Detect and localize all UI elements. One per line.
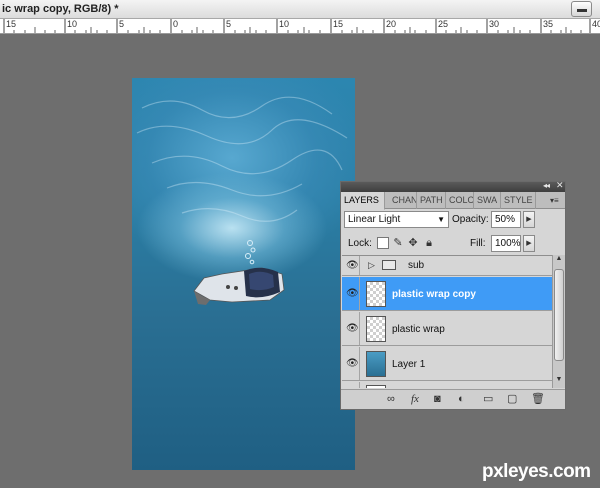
eye-icon: 👁︎ [346, 323, 359, 334]
ruler-label: 15 [6, 19, 17, 29]
fill-slider-button[interactable]: ▶ [523, 235, 535, 252]
panel-bottom-toolbar: ∞ fx ◙ ◐ ▭ ▢ 🗑︎ [341, 389, 565, 409]
trash-icon[interactable]: 🗑︎ [531, 393, 545, 406]
ruler-ticks [3, 19, 591, 33]
scroll-up-icon[interactable]: ▲ [553, 255, 565, 267]
ruler-label: 10 [279, 19, 290, 29]
fill-input[interactable]: 100% [491, 235, 521, 252]
layer-thumbnail [366, 281, 386, 307]
opacity-input[interactable]: 50% [491, 211, 521, 228]
scroll-down-icon[interactable]: ▼ [553, 376, 565, 388]
lock-all-icon[interactable]: 🔒︎ [423, 237, 435, 249]
watermark-text: pxleyes.com [482, 461, 591, 482]
ruler-label: 0 [173, 19, 179, 29]
tab-color[interactable]: COLO [446, 192, 474, 209]
submarine-image [193, 267, 285, 305]
link-layers-icon[interactable]: ∞ [387, 393, 395, 406]
visibility-toggle[interactable]: 👁︎ [344, 277, 360, 310]
lock-transparency-icon[interactable] [377, 237, 389, 249]
opacity-slider-button[interactable]: ▶ [523, 211, 535, 228]
adjustment-layer-icon[interactable]: ◐ [458, 393, 465, 406]
collapse-icon[interactable]: ◂◂ [543, 181, 550, 190]
document-title: ic wrap copy, RGB/8) * [2, 3, 119, 15]
layer-list-scrollbar[interactable]: ▲ ▼ [552, 255, 565, 388]
expand-triangle-icon[interactable]: ▷ [368, 260, 375, 271]
tab-swatches[interactable]: SWA [474, 192, 501, 209]
chevron-down-icon: ▼ [437, 215, 445, 224]
tab-layers[interactable]: LAYERS [341, 192, 385, 210]
close-icon[interactable]: ✕ [556, 180, 564, 191]
ruler-label: 30 [489, 19, 500, 29]
eye-icon: 👁︎ [346, 260, 359, 271]
ruler-label: 5 [119, 19, 125, 29]
new-layer-icon[interactable]: ▢ [507, 393, 517, 406]
visibility-toggle[interactable]: 👁︎ [344, 347, 360, 380]
layer-name: plastic wrap [392, 324, 445, 335]
layer-row-plastic-wrap-copy[interactable]: 👁︎ plastic wrap copy [342, 277, 552, 311]
fill-label: Fill: [470, 238, 486, 249]
horizontal-ruler[interactable]: 15 10 5 0 5 10 15 20 25 30 35 40 [0, 19, 600, 34]
layer-row-partial[interactable] [342, 382, 552, 388]
document-canvas[interactable] [132, 78, 355, 470]
panel-menu-icon[interactable]: ▾≡ [550, 196, 559, 205]
minimize-icon [577, 9, 587, 12]
minimize-button[interactable] [571, 1, 592, 17]
ruler-label: 35 [543, 19, 554, 29]
layer-row-layer-1[interactable]: 👁︎ Layer 1 [342, 347, 552, 381]
lock-brush-icon[interactable]: ✎ [392, 237, 404, 249]
fx-icon[interactable]: fx [411, 393, 419, 406]
ruler-label: 10 [67, 19, 78, 29]
ruler-label: 40 [592, 19, 600, 29]
layer-name: sub [408, 260, 425, 271]
eye-icon: 👁︎ [346, 358, 359, 369]
layer-list: 👁︎ ▷ sub 👁︎ plastic wrap copy 👁︎ plastic… [342, 255, 552, 388]
visibility-toggle[interactable]: 👁︎ [344, 312, 360, 345]
layer-name: Layer 1 [392, 359, 426, 370]
layer-thumbnail [366, 351, 386, 377]
add-mask-icon[interactable]: ◙ [434, 393, 441, 406]
blend-mode-select[interactable]: Linear Light ▼ [344, 211, 449, 228]
folder-icon [382, 260, 396, 270]
new-group-icon[interactable]: ▭ [483, 393, 493, 406]
ruler-label: 20 [386, 19, 397, 29]
opacity-label: Opacity: [452, 214, 489, 225]
visibility-toggle[interactable]: 👁︎ [344, 256, 360, 275]
document-title-bar: ic wrap copy, RGB/8) * [0, 0, 600, 19]
tab-styles[interactable]: STYLE [501, 192, 536, 209]
layer-row-plastic-wrap[interactable]: 👁︎ plastic wrap [342, 312, 552, 346]
layers-panel: ◂◂ ✕ LAYERS CHAN PATH COLO SWA STYLE ▾≡ … [340, 180, 566, 410]
ruler-label: 25 [438, 19, 449, 29]
canvas-artwork [136, 96, 348, 305]
eye-icon: 👁︎ [346, 288, 359, 299]
panel-header[interactable]: ◂◂ ✕ [341, 180, 565, 192]
panel-tabs: LAYERS CHAN PATH COLO SWA STYLE ▾≡ [341, 192, 565, 210]
ruler-label: 15 [333, 19, 344, 29]
lock-label: Lock: [348, 238, 372, 249]
layer-name: plastic wrap copy [392, 289, 476, 300]
tab-paths[interactable]: PATH [417, 192, 446, 209]
tab-channels[interactable]: CHAN [389, 192, 417, 209]
blend-mode-value: Linear Light [348, 214, 401, 225]
visibility-toggle[interactable] [344, 382, 360, 388]
ruler-label: 5 [226, 19, 232, 29]
layer-thumbnail [366, 316, 386, 342]
lock-move-icon[interactable]: ✥ [407, 237, 419, 249]
layer-thumbnail [366, 385, 386, 388]
scrollbar-thumb[interactable] [554, 269, 564, 361]
layer-row-sub[interactable]: 👁︎ ▷ sub [342, 256, 552, 276]
